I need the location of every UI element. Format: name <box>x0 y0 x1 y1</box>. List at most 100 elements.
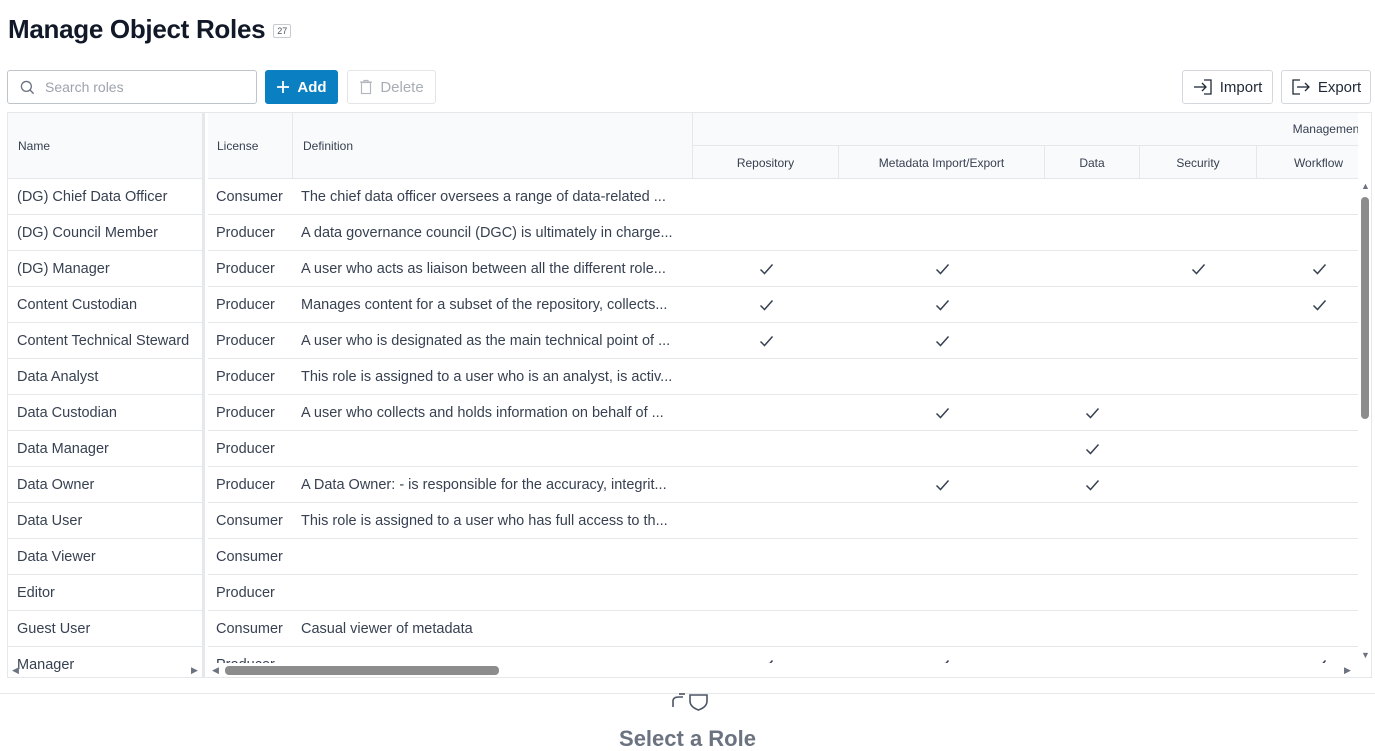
license-cell: Producer <box>216 296 275 313</box>
permission-cell-security <box>1140 575 1257 610</box>
table-row[interactable]: Data Custodian <box>8 395 202 431</box>
search-box[interactable] <box>7 70 257 104</box>
role-name-cell: Data Analyst <box>17 368 99 385</box>
permission-cell-metadata-import-export <box>839 323 1045 358</box>
table-row[interactable]: Producer A Data Owner: - is responsible f… <box>208 467 1358 503</box>
column-header-repository[interactable]: Repository <box>693 145 839 179</box>
pinned-horizontal-scrollbar[interactable]: ◀ ▶ <box>8 663 205 677</box>
search-icon <box>20 80 35 94</box>
check-icon <box>759 335 774 347</box>
permission-cell-repository <box>693 179 839 214</box>
license-cell: Producer <box>216 584 275 601</box>
definition-cell: Manages content for a subset of the repo… <box>301 296 668 313</box>
horizontal-scrollbar[interactable]: ◀ ▶ <box>208 663 1358 677</box>
delete-role-button[interactable]: Delete <box>347 70 436 104</box>
license-cell: Producer <box>216 332 275 349</box>
definition-cell: A user who acts as liaison between all t… <box>301 260 666 277</box>
permission-cell-workflow <box>1257 467 1358 502</box>
table-row[interactable]: (DG) Council Member <box>8 215 202 251</box>
permission-cell-security <box>1140 251 1257 286</box>
column-header-metadata-import-export[interactable]: Metadata Import/Export <box>839 145 1045 179</box>
permission-cell-repository <box>693 647 839 663</box>
add-role-button[interactable]: Add <box>265 70 338 104</box>
select-role-message: Select a Role <box>619 726 756 751</box>
table-row[interactable]: Data Viewer <box>8 539 202 575</box>
table-row[interactable]: Consumer Casual viewer of metadata <box>208 611 1358 647</box>
page-title: Manage Object Roles <box>8 14 266 44</box>
definition-cell: This role is assigned to a user who has … <box>301 512 668 529</box>
permission-cell-repository <box>693 611 839 646</box>
permission-cell-security <box>1140 215 1257 250</box>
permission-cell-security <box>1140 503 1257 538</box>
table-row[interactable]: Producer A user who acts as liaison betwe… <box>208 251 1358 287</box>
table-row[interactable]: Producer This role is assigned to a user … <box>208 359 1358 395</box>
permission-cell-metadata-import-export <box>839 359 1045 394</box>
column-header-workflow[interactable]: Workflow <box>1257 145 1358 179</box>
permission-cell-data <box>1045 611 1140 646</box>
vertical-scroll-thumb[interactable] <box>1361 197 1369 419</box>
table-row[interactable]: Producer A user who collects and holds in… <box>208 395 1358 431</box>
table-row[interactable]: Data Manager <box>8 431 202 467</box>
search-input[interactable] <box>45 79 235 95</box>
permission-cell-workflow <box>1257 539 1358 574</box>
permission-cell-security <box>1140 647 1257 663</box>
vertical-scrollbar[interactable]: ▲ ▼ <box>1359 179 1371 663</box>
permission-cell-repository <box>693 215 839 250</box>
check-icon <box>935 335 950 347</box>
check-icon <box>759 299 774 311</box>
table-row[interactable]: Consumer This role is assigned to a user … <box>208 503 1358 539</box>
license-cell: Producer <box>216 476 275 493</box>
license-cell: Consumer <box>216 512 283 529</box>
table-row[interactable]: Producer Manages content for a subset of … <box>208 287 1358 323</box>
table-row[interactable]: Data User <box>8 503 202 539</box>
table-row[interactable]: (DG) Manager <box>8 251 202 287</box>
table-row[interactable]: Content Custodian <box>8 287 202 323</box>
column-header-name[interactable]: Name <box>18 113 198 179</box>
column-header-security[interactable]: Security <box>1140 145 1257 179</box>
table-row[interactable]: Producer A user who is designated as the … <box>208 323 1358 359</box>
table-row[interactable]: Data Owner <box>8 467 202 503</box>
table-row[interactable]: Producer A data governance council (DGC) … <box>208 215 1358 251</box>
permission-cell-workflow <box>1257 431 1358 466</box>
check-icon <box>935 263 950 275</box>
permission-cell-metadata-import-export <box>839 467 1045 502</box>
check-icon <box>1085 407 1100 419</box>
role-count-badge: 27 <box>273 24 292 38</box>
table-row[interactable]: Guest User <box>8 611 202 647</box>
scroll-left-icon[interactable]: ◀ <box>212 666 219 675</box>
definition-cell <box>301 539 691 574</box>
scroll-right-icon[interactable]: ▶ <box>1344 666 1351 675</box>
horizontal-scroll-thumb[interactable] <box>225 666 499 675</box>
license-cell: Consumer <box>216 548 283 565</box>
scroll-up-icon[interactable]: ▲ <box>1361 182 1370 191</box>
table-row[interactable]: Consumer The chief data officer oversees … <box>208 179 1358 215</box>
license-cell: Producer <box>216 440 275 457</box>
scroll-down-icon[interactable]: ▼ <box>1361 651 1370 660</box>
column-header-data[interactable]: Data <box>1045 145 1140 179</box>
table-row[interactable]: Data Analyst <box>8 359 202 395</box>
table-row[interactable]: Content Technical Steward <box>8 323 202 359</box>
permission-cell-metadata-import-export <box>839 395 1045 430</box>
permission-cell-repository <box>693 467 839 502</box>
pinned-name-column: Name (DG) Chief Data Officer (DG) Council… <box>8 113 205 677</box>
column-header-definition[interactable]: Definition <box>303 113 693 179</box>
table-row[interactable]: Producer <box>208 575 1358 611</box>
import-button[interactable]: Import <box>1182 70 1273 104</box>
import-button-label: Import <box>1219 78 1263 96</box>
column-header-license[interactable]: License <box>217 113 293 179</box>
table-row[interactable]: Editor <box>8 575 202 611</box>
scroll-left-icon[interactable]: ◀ <box>12 666 19 675</box>
table-row[interactable]: Producer <box>208 431 1358 467</box>
export-button[interactable]: Export <box>1281 70 1371 104</box>
permission-cell-security <box>1140 287 1257 322</box>
scroll-right-icon[interactable]: ▶ <box>191 666 198 675</box>
table-row[interactable]: Producer <box>208 647 1358 663</box>
license-cell: Producer <box>216 260 275 277</box>
permission-cell-security <box>1140 359 1257 394</box>
export-button-label: Export <box>1317 78 1362 96</box>
permission-cell-repository <box>693 539 839 574</box>
permission-cell-workflow <box>1257 287 1358 322</box>
table-row[interactable]: Consumer <box>208 539 1358 575</box>
definition-cell: The chief data officer oversees a range … <box>301 188 666 205</box>
table-row[interactable]: (DG) Chief Data Officer <box>8 179 202 215</box>
